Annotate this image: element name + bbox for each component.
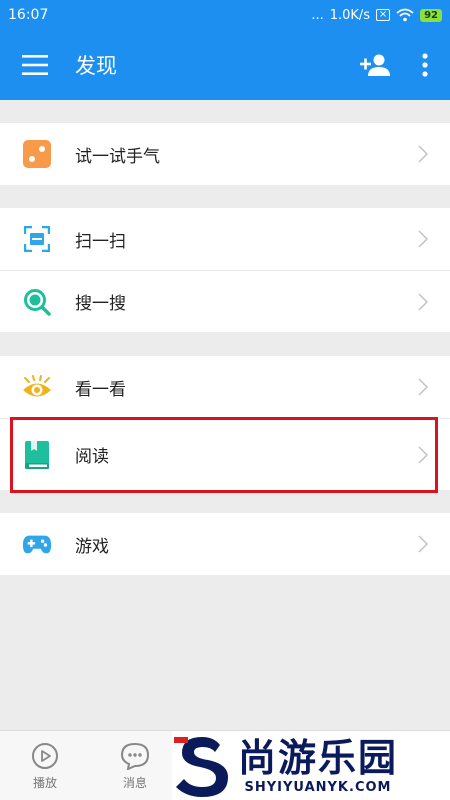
menu-item-label: 阅读	[75, 447, 109, 467]
eye-icon	[22, 372, 52, 402]
hamburger-icon	[22, 55, 48, 75]
watermark-en: SHYIYUANYK.COM	[244, 780, 392, 795]
status-dots: ...	[311, 7, 324, 23]
menu-group-4: 游戏	[0, 513, 450, 575]
more-vert-icon	[422, 53, 428, 77]
site-watermark: 尚游乐园 SHYIYUANYK.COM	[172, 731, 450, 800]
tab-play[interactable]: 播放	[0, 731, 90, 800]
menu-item-read[interactable]: 阅读	[0, 418, 450, 490]
menu-button[interactable]	[0, 30, 70, 100]
menu-item-label: 试一试手气	[75, 146, 160, 167]
add-person-icon	[360, 54, 390, 76]
tab-label: 播放	[32, 775, 57, 790]
wifi-icon	[396, 8, 414, 22]
network-speed: 1.0K/s	[329, 7, 371, 23]
menu-group-2: 扫一扫 搜一搜	[0, 208, 450, 332]
menu-item-label: 游戏	[75, 536, 109, 557]
app-bar: 发现	[0, 30, 450, 100]
menu-item-look[interactable]: 看一看	[0, 356, 450, 418]
menu-item-label: 扫一扫	[75, 231, 126, 252]
dice-icon	[22, 139, 52, 169]
chat-icon	[120, 742, 150, 770]
status-icons: ... 1.0K/s × 92	[311, 8, 442, 23]
chevron-right-icon	[418, 445, 428, 464]
chevron-right-icon	[418, 292, 428, 311]
menu-item-search[interactable]: 搜一搜	[0, 270, 450, 332]
more-options-button[interactable]	[400, 30, 450, 100]
status-bar: 16:07 ... 1.0K/s × 92	[0, 0, 450, 30]
magnifier-icon	[22, 287, 52, 317]
scan-icon	[22, 224, 52, 254]
menu-item-try-luck[interactable]: 试一试手气	[0, 123, 450, 185]
tab-messages[interactable]: 消息	[90, 731, 180, 800]
play-icon	[32, 742, 58, 769]
page-title: 发现	[75, 54, 117, 78]
menu-item-label: 看一看	[75, 379, 126, 400]
chevron-right-icon	[418, 378, 428, 396]
menu-item-label: 搜一搜	[75, 294, 126, 314]
chevron-right-icon	[418, 145, 428, 163]
menu-group-3: 看一看 阅读	[0, 356, 450, 490]
battery-level: 92	[420, 8, 442, 22]
add-friend-button[interactable]	[350, 30, 400, 100]
menu-item-games[interactable]: 游戏	[0, 513, 450, 575]
gamepad-icon	[22, 529, 52, 559]
menu-item-scan[interactable]: 扫一扫	[0, 208, 450, 270]
watermark-cn: 尚游乐园	[238, 736, 399, 780]
tab-label: 消息	[122, 775, 147, 790]
logo-s-icon	[174, 737, 228, 797]
watermark-text: 尚游乐园 SHYIYUANYK.COM	[238, 736, 398, 795]
no-sim-icon: ×	[376, 9, 391, 21]
menu-group-1: 试一试手气	[0, 123, 450, 185]
status-time: 16:07	[8, 7, 49, 23]
chevron-right-icon	[418, 535, 428, 553]
chevron-right-icon	[418, 230, 428, 248]
book-icon	[22, 440, 52, 470]
